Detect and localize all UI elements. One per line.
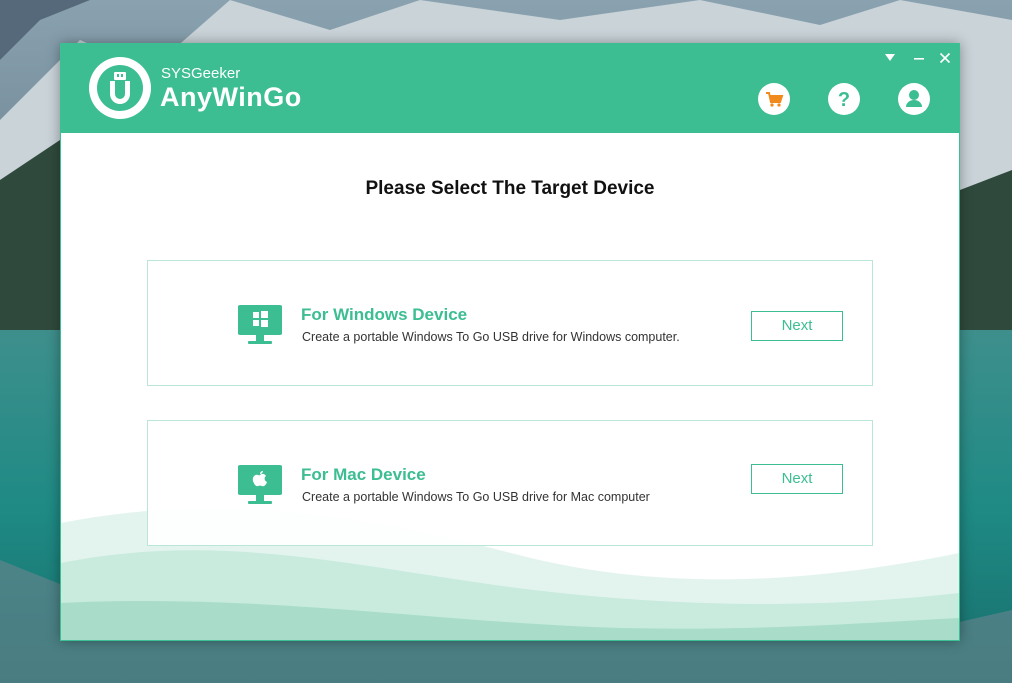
help-icon[interactable]: ?	[828, 83, 860, 115]
mac-next-button[interactable]: Next	[751, 464, 843, 494]
dropdown-icon[interactable]	[881, 49, 899, 67]
windows-next-button[interactable]: Next	[751, 311, 843, 341]
usb-logo-icon	[110, 72, 130, 104]
page-title: Please Select The Target Device	[365, 178, 655, 199]
windows-option-description: Create a portable Windows To Go USB driv…	[302, 330, 680, 344]
vendor-name: SYSGeeker	[161, 65, 241, 82]
mac-option-description: Create a portable Windows To Go USB driv…	[302, 490, 650, 504]
minimize-button[interactable]	[910, 49, 928, 67]
user-icon[interactable]	[898, 83, 930, 115]
close-button[interactable]	[936, 49, 954, 67]
content-background-waves	[61, 133, 959, 640]
app-name: AnyWinGo	[160, 82, 302, 112]
mac-monitor-icon	[238, 465, 282, 504]
mac-device-card[interactable]: For Mac Device Create a portable Windows…	[147, 420, 873, 546]
app-window: SYSGeeker AnyWinGo ? Please Select The T…	[60, 43, 960, 641]
windows-option-title: For Windows Device	[301, 305, 468, 324]
cart-icon[interactable]	[758, 83, 790, 115]
windows-device-card[interactable]: For Windows Device Create a portable Win…	[147, 260, 873, 386]
mac-option-title: For Mac Device	[301, 465, 426, 484]
header-bar: SYSGeeker AnyWinGo ?	[61, 44, 959, 133]
app-logo	[89, 57, 151, 119]
windows-monitor-icon	[238, 305, 282, 344]
svg-text:?: ?	[838, 89, 850, 111]
